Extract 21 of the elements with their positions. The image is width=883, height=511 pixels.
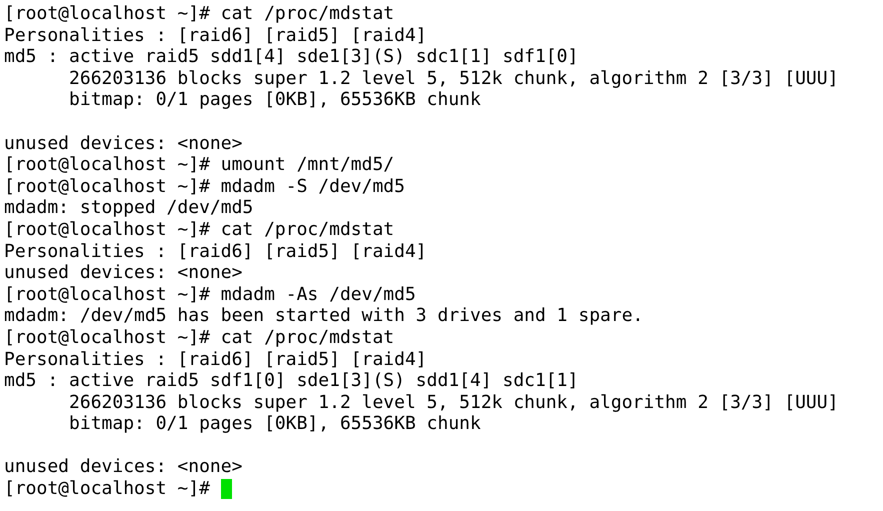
terminal-line: bitmap: 0/1 pages [0KB], 65536KB chunk xyxy=(68,89,481,111)
terminal-line: unused devices: <none> xyxy=(4,132,242,154)
terminal-line: [root@localhost ~]# mdadm -S /dev/md5 xyxy=(4,176,405,198)
terminal-line: md5 : active raid5 sdf1[0] sde1[3](S) sdd1[4] sdc1[1] xyxy=(4,370,578,392)
terminal-line: [root@localhost ~]# cat /proc/mdstat xyxy=(4,326,394,348)
terminal-line: mdadm: stopped /dev/md5 xyxy=(4,197,254,219)
terminal-line: Personalities : [raid6] [raid5] [raid4] xyxy=(4,348,427,370)
terminal-line: unused devices: <none> xyxy=(4,262,242,284)
terminal-line: Personalities : [raid6] [raid5] [raid4] xyxy=(4,240,427,262)
terminal-line: 266203136 blocks super 1.2 level 5, 512k chunk, algorithm 2 [3/3] [UUU] xyxy=(68,68,838,90)
terminal-line: mdadm: /dev/md5 has been started with 3 drives and 1 spare. xyxy=(4,305,644,327)
terminal-line: [root@localhost ~]# xyxy=(4,478,211,500)
terminal-line: [root@localhost ~]# cat /proc/mdstat xyxy=(4,3,394,25)
terminal-line: [root@localhost ~]# cat /proc/mdstat xyxy=(4,218,394,241)
terminal-line: bitmap: 0/1 pages [0KB], 65536KB chunk xyxy=(68,413,481,435)
terminal-line: [root@localhost ~]# umount /mnt/md5/ xyxy=(4,154,394,176)
terminal-line: [root@localhost ~]# mdadm -As /dev/md5 xyxy=(4,284,416,306)
terminal-line: md5 : active raid5 sdd1[4] sde1[3](S) sdc1[1] sdf1[0] xyxy=(4,46,578,68)
terminal-line: 266203136 blocks super 1.2 level 5, 512k chunk, algorithm 2 [3/3] [UUU] xyxy=(68,392,838,414)
terminal-line: Personalities : [raid6] [raid5] [raid4] xyxy=(4,24,427,46)
terminal-line: unused devices: <none> xyxy=(4,456,242,478)
